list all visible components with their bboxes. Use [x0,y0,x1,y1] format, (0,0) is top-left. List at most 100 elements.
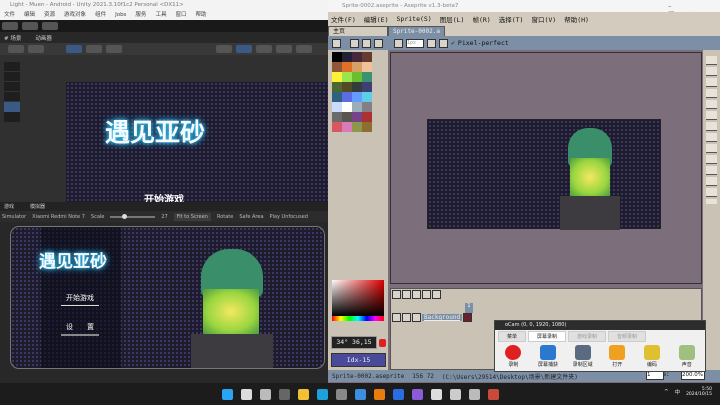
brush-line-button[interactable] [374,38,383,48]
play-button[interactable] [412,290,421,299]
draw-mode-button[interactable] [8,45,24,53]
scale-slider[interactable] [110,213,156,219]
palette-swatch[interactable] [352,72,362,82]
scale-tool[interactable] [4,92,20,102]
ocam-tab-menu[interactable]: 菜单 [498,331,527,342]
menu-sprite[interactable]: Sprite(S) [397,15,432,23]
app-icon[interactable] [335,388,347,400]
palette-swatch[interactable] [332,122,342,132]
palette-swatch[interactable] [342,82,352,92]
palette-swatch[interactable] [352,112,362,122]
rotate-label[interactable]: Rotate [217,214,233,220]
start-icon[interactable] [221,388,233,400]
palette-swatch[interactable] [362,62,372,72]
unity-hub-icon[interactable] [449,388,461,400]
ocam-button-region[interactable]: 录制区域 [572,345,593,368]
menu-jobs[interactable]: Jobs [115,10,126,20]
palette-swatch[interactable] [342,122,352,132]
start-game-button[interactable]: 开始游戏 [61,293,99,306]
move-tool[interactable] [4,72,20,82]
palette-swatch[interactable] [342,72,352,82]
lighting-button[interactable] [255,45,272,53]
brush-angle-button[interactable] [394,38,403,48]
brush-square-button[interactable] [362,38,371,48]
zoom-input[interactable]: 200.0% [681,371,705,380]
tab-sprite[interactable]: Sprite-0002.a [388,26,445,36]
palette-swatch[interactable] [332,92,342,102]
rect-tool[interactable] [4,102,20,112]
account-button[interactable] [2,22,18,30]
menu-window[interactable]: 窗口(V) [531,14,556,24]
menu-frame[interactable]: 帧(R) [472,14,490,24]
background-color[interactable]: Idx-15 [331,353,386,367]
palette-swatch[interactable] [362,102,372,112]
fit-to-screen-button[interactable]: Fit to Screen [173,212,211,221]
palette-swatch[interactable] [332,52,342,62]
palette-swatch[interactable] [362,52,372,62]
menu-select[interactable]: 选择(T) [499,14,524,24]
foreground-color[interactable]: 34° 36,15 [331,336,377,349]
menu-help[interactable]: 帮助(H) [564,14,589,24]
menu-tools[interactable]: 工具 [155,10,166,20]
palette-swatch[interactable] [362,112,372,122]
grid-button[interactable] [106,45,122,53]
visibility-icon[interactable] [392,313,401,322]
effects-button[interactable] [295,45,312,53]
palette-swatch[interactable] [332,112,342,122]
menu-layer[interactable]: 图层(L) [440,14,465,24]
scale-slider-handle[interactable] [121,213,127,219]
cel[interactable] [463,313,473,322]
layer-row[interactable]: Background [392,313,473,322]
task-view-icon[interactable] [259,388,271,400]
canvas-area[interactable] [390,52,702,284]
ocam-tab-audio[interactable]: 音频录制 [608,331,647,342]
hand-tool[interactable] [4,62,20,72]
continuous-icon[interactable] [412,313,421,322]
hue-slider[interactable] [332,316,384,321]
menu-help[interactable]: 帮助 [195,10,206,20]
chrome-icon[interactable] [392,388,404,400]
palette-swatch[interactable] [362,92,372,102]
palette-swatch[interactable] [352,52,362,62]
search-icon[interactable] [240,388,252,400]
ocam-button-codec[interactable]: 编码 [642,345,663,368]
scene-view[interactable]: 遇见亚砂 开始游戏 [0,55,328,202]
ocam-button-folder[interactable]: 打开 [607,345,628,368]
blender-icon[interactable] [373,388,385,400]
last-frame-button[interactable] [432,290,441,299]
brush-type-button[interactable] [332,38,341,48]
edge-icon[interactable] [316,388,328,400]
palette-swatch[interactable] [362,82,372,92]
next-frame-button[interactable] [422,290,431,299]
palette-swatch[interactable] [352,122,362,132]
widgets-icon[interactable] [278,388,290,400]
menu-window[interactable]: 窗口 [175,10,186,20]
safe-area-toggle[interactable]: Safe Area [239,214,263,220]
settings-menu-button[interactable]: 设 置 [61,322,99,336]
simulator-dropdown[interactable]: Simulator [2,214,26,220]
tray-chevron-icon[interactable]: ^ [664,389,669,395]
settings-button[interactable] [42,22,58,30]
menu-assets[interactable]: 资源 [44,10,55,20]
tab-simulator[interactable]: 模拟器 [30,203,45,210]
file-explorer-icon[interactable] [297,388,309,400]
color-picker-field[interactable] [332,280,384,316]
palette-swatch[interactable] [332,82,342,92]
snap-button[interactable] [28,45,44,53]
tool-buttons[interactable] [706,54,717,204]
tab-animator[interactable]: 动画器 [35,34,52,42]
menu-file[interactable]: 文件 [4,10,15,20]
gizmo-button[interactable] [66,45,82,53]
audio-button[interactable] [275,45,292,53]
ink-button[interactable] [427,38,436,48]
brush-circle-button[interactable] [350,38,359,48]
frame-header[interactable]: 1 [465,303,473,313]
clock[interactable]: 5:50 2024/10/15 [686,387,712,397]
rotate-tool[interactable] [4,82,20,92]
ocam-button-monitor[interactable]: 屏幕捕获 [538,345,559,368]
pivot-button[interactable] [86,45,102,53]
tab-scene[interactable]: # 场景 [4,34,21,42]
layer-name[interactable]: Background [422,314,463,321]
palette-swatch[interactable] [352,102,362,112]
palette-swatch[interactable] [352,92,362,102]
